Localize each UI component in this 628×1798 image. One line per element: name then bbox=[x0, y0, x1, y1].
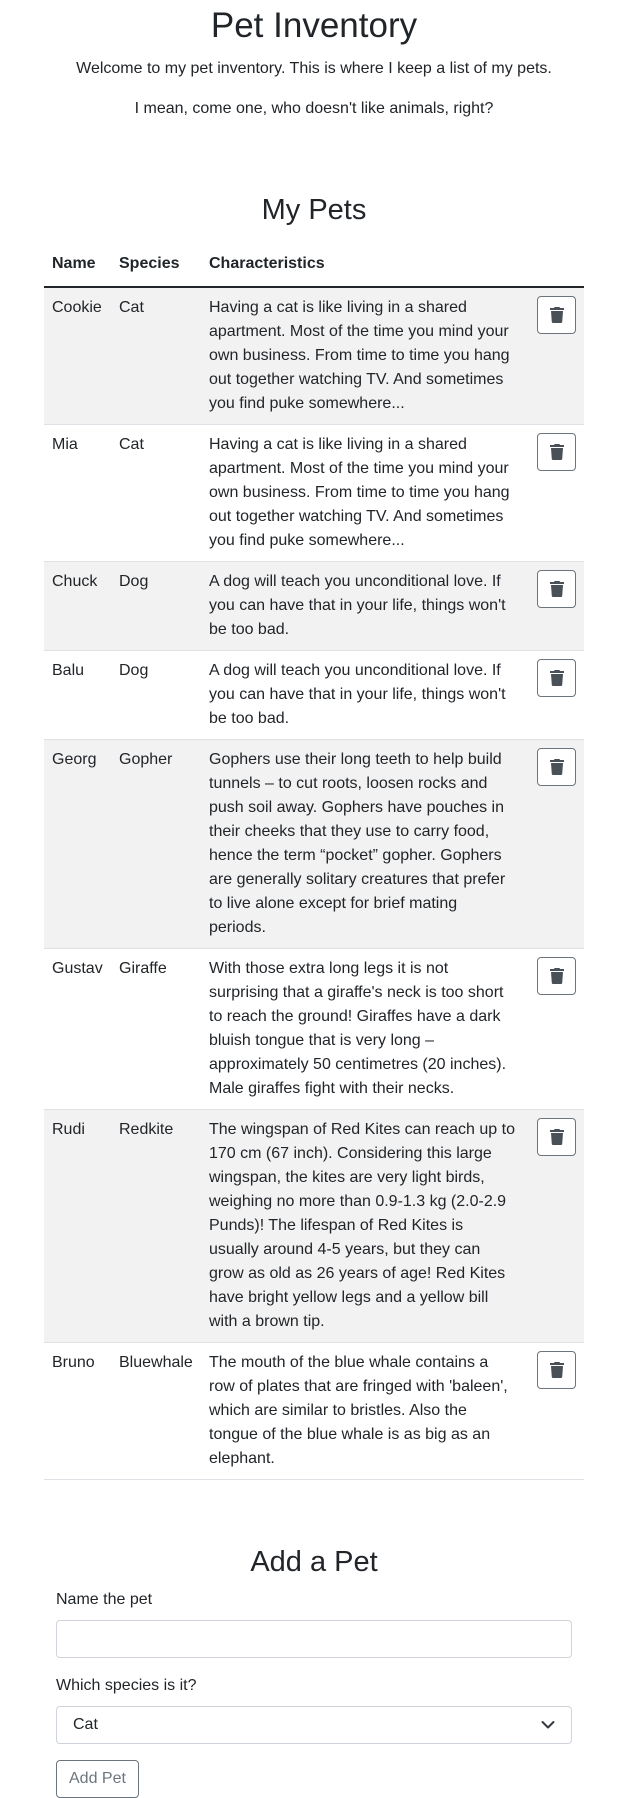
chevron-down-icon bbox=[541, 1721, 555, 1729]
pet-species-cell: Dog bbox=[111, 650, 201, 740]
pet-action-cell bbox=[523, 1342, 584, 1480]
delete-pet-button[interactable] bbox=[537, 957, 576, 995]
add-pet-section-title: Add a Pet bbox=[250, 1546, 378, 1578]
trash-icon bbox=[549, 670, 564, 686]
delete-pet-button[interactable] bbox=[537, 570, 576, 608]
pet-species-cell: Cat bbox=[111, 424, 201, 562]
table-header-row: Name Species Characteristics bbox=[44, 244, 584, 288]
trash-icon bbox=[549, 759, 564, 775]
table-row: Balu Dog A dog will teach you unconditio… bbox=[44, 650, 584, 740]
pet-species-cell: Cat bbox=[111, 287, 201, 425]
page-title: Pet Inventory bbox=[210, 6, 418, 45]
pet-species-cell: Giraffe bbox=[111, 948, 201, 1110]
pet-action-cell bbox=[523, 424, 584, 562]
pets-section-title: My Pets bbox=[261, 194, 367, 226]
delete-pet-button[interactable] bbox=[537, 1351, 576, 1389]
pet-species-cell: Dog bbox=[111, 561, 201, 651]
species-select[interactable]: Cat bbox=[56, 1706, 572, 1744]
species-field-label: Which species is it? bbox=[56, 1677, 197, 1694]
pet-characteristics-cell: The wingspan of Red Kites can reach up t… bbox=[201, 1109, 523, 1343]
delete-pet-button[interactable] bbox=[537, 433, 576, 471]
table-row: Gustav Giraffe With those extra long leg… bbox=[44, 948, 584, 1110]
pet-action-cell bbox=[523, 739, 584, 949]
trash-icon bbox=[549, 1362, 564, 1378]
column-header-species: Species bbox=[111, 244, 201, 288]
delete-pet-button[interactable] bbox=[537, 296, 576, 334]
pet-characteristics-cell: With those extra long legs it is not sur… bbox=[201, 948, 523, 1110]
name-field-group: Name the pet bbox=[56, 1588, 572, 1658]
pet-species-cell: Redkite bbox=[111, 1109, 201, 1343]
pet-species-cell: Gopher bbox=[111, 739, 201, 949]
pet-name-cell: Gustav bbox=[44, 948, 111, 1110]
pet-name-cell: Bruno bbox=[44, 1342, 111, 1480]
pet-characteristics-cell: Having a cat is like living in a shared … bbox=[201, 287, 523, 425]
table-row: Georg Gopher Gophers use their long teet… bbox=[44, 739, 584, 949]
trash-icon bbox=[549, 307, 564, 323]
table-row: Bruno Bluewhale The mouth of the blue wh… bbox=[44, 1342, 584, 1480]
intro-text: Welcome to my pet inventory. This is whe… bbox=[76, 60, 552, 77]
column-header-name: Name bbox=[44, 244, 111, 288]
delete-pet-button[interactable] bbox=[537, 1118, 576, 1156]
column-header-characteristics: Characteristics bbox=[201, 244, 523, 288]
pet-action-cell bbox=[523, 287, 584, 425]
pet-action-cell bbox=[523, 561, 584, 651]
pet-characteristics-cell: Gophers use their long teeth to help bui… bbox=[201, 739, 523, 949]
pet-name-cell: Georg bbox=[44, 739, 111, 949]
column-header-actions bbox=[523, 244, 584, 288]
pets-table: Name Species Characteristics Cookie Cat … bbox=[44, 244, 584, 1480]
trash-icon bbox=[549, 1129, 564, 1145]
trash-icon bbox=[549, 581, 564, 597]
trash-icon bbox=[549, 968, 564, 984]
table-row: Cookie Cat Having a cat is like living i… bbox=[44, 287, 584, 425]
pet-characteristics-cell: A dog will teach you unconditional love.… bbox=[201, 561, 523, 651]
pet-name-input[interactable] bbox=[56, 1620, 572, 1658]
pet-name-cell: Rudi bbox=[44, 1109, 111, 1343]
trash-icon bbox=[549, 444, 564, 460]
pet-name-cell: Balu bbox=[44, 650, 111, 740]
name-field-label: Name the pet bbox=[56, 1591, 153, 1608]
intro-subtext: I mean, come one, who doesn't like anima… bbox=[134, 100, 494, 117]
add-pet-button[interactable]: Add Pet bbox=[56, 1760, 139, 1798]
table-row: Chuck Dog A dog will teach you unconditi… bbox=[44, 561, 584, 651]
table-row: Rudi Redkite The wingspan of Red Kites c… bbox=[44, 1109, 584, 1343]
pet-action-cell bbox=[523, 650, 584, 740]
delete-pet-button[interactable] bbox=[537, 748, 576, 786]
pet-action-cell bbox=[523, 1109, 584, 1343]
pet-characteristics-cell: Having a cat is like living in a shared … bbox=[201, 424, 523, 562]
pet-name-cell: Cookie bbox=[44, 287, 111, 425]
pet-name-cell: Mia bbox=[44, 424, 111, 562]
add-pet-form: Name the pet Which species is it? Cat Ad… bbox=[44, 1588, 584, 1798]
delete-pet-button[interactable] bbox=[537, 659, 576, 697]
species-select-value: Cat bbox=[73, 1716, 98, 1733]
table-row: Mia Cat Having a cat is like living in a… bbox=[44, 424, 584, 562]
pet-species-cell: Bluewhale bbox=[111, 1342, 201, 1480]
species-field-group: Which species is it? Cat bbox=[56, 1674, 572, 1744]
pet-name-cell: Chuck bbox=[44, 561, 111, 651]
pet-characteristics-cell: The mouth of the blue whale contains a r… bbox=[201, 1342, 523, 1480]
pet-characteristics-cell: A dog will teach you unconditional love.… bbox=[201, 650, 523, 740]
page: Pet Inventory Welcome to my pet inventor… bbox=[0, 5, 628, 1798]
pet-action-cell bbox=[523, 948, 584, 1110]
